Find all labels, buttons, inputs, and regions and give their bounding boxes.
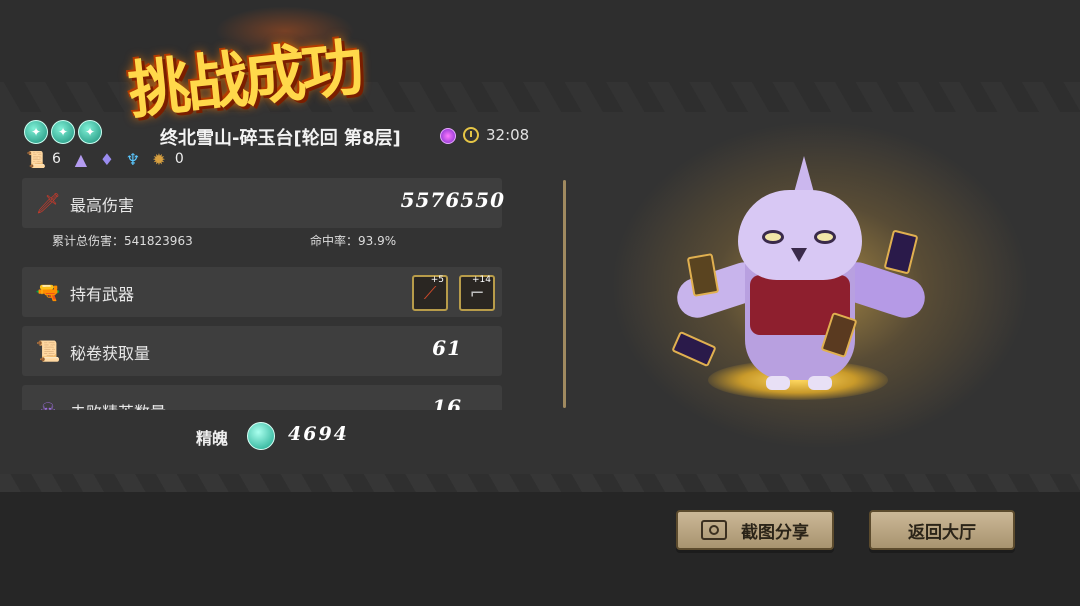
scrolls-label: 秘卷获取量 xyxy=(70,344,151,363)
scroll-icon: 📜 xyxy=(35,339,61,363)
max-damage-row: 🗡 最高伤害 5576550 xyxy=(22,178,505,228)
screenshot-share-button[interactable]: 截图分享 xyxy=(676,510,834,550)
owl-character xyxy=(660,150,940,410)
cycle-icon xyxy=(440,128,456,144)
owl-beak xyxy=(791,248,807,262)
tarot-card xyxy=(671,330,717,368)
owl-eye xyxy=(814,230,836,244)
max-damage-value: 5576550 xyxy=(400,188,505,212)
gun-weapon-icon: ⌐ xyxy=(469,282,485,304)
screenshot-share-label: 截图分享 xyxy=(741,522,809,543)
tarot-card xyxy=(686,253,720,297)
return-lobby-button[interactable]: 返回大厅 xyxy=(869,510,1015,550)
buff-icon[interactable]: ✦ xyxy=(51,120,75,144)
scroll-icon: 📜 xyxy=(26,149,46,169)
fountain-icon: ♆ xyxy=(125,149,141,169)
sword-icon: 🗡 xyxy=(35,191,61,215)
owl-foot xyxy=(766,376,790,390)
clock-icon xyxy=(463,127,479,143)
stats-panel[interactable]: 🗡 最高伤害 5576550 累计总伤害：541823963 命中率：93.9%… xyxy=(22,178,557,410)
return-lobby-label: 返回大厅 xyxy=(908,522,976,543)
owl-foot xyxy=(808,376,832,390)
total-damage: 累计总伤害：541823963 xyxy=(52,234,193,248)
owl-eye xyxy=(762,230,784,244)
weapon-level: +14 xyxy=(472,275,491,285)
buff-icon[interactable]: ✦ xyxy=(78,120,102,144)
potion-icon: ♦ xyxy=(99,149,115,169)
hit-rate: 命中率：93.9% xyxy=(310,234,397,248)
stats-scrollbar[interactable] xyxy=(563,180,566,408)
tarot-card xyxy=(883,229,919,275)
soul-value: 4694 xyxy=(288,423,349,445)
scrolls-value: 61 xyxy=(432,336,462,360)
soul-gem-icon xyxy=(247,422,275,450)
elites-row: ☠ 击败精英数量 16 xyxy=(22,385,502,410)
treasure-icon: ✹ xyxy=(152,149,166,169)
scroll-count: 6 xyxy=(52,151,61,167)
coin-count: 0 xyxy=(174,151,184,167)
scrolls-row: 📜 秘卷获取量 61 xyxy=(22,326,502,376)
buff-list: ✦ ✦ ✦ xyxy=(24,120,102,144)
spear-icon: ⟋ xyxy=(423,282,437,304)
weapon-level: +5 xyxy=(430,275,444,285)
elites-label: 击败精英数量 xyxy=(70,399,166,410)
decor-pattern-bottom xyxy=(0,474,1080,492)
clear-time: 32:08 xyxy=(486,126,530,144)
elites-value: 16 xyxy=(432,395,462,410)
crystal-icon: ▲ xyxy=(74,149,88,169)
elite-icon: ☠ xyxy=(39,398,57,410)
soul-label: 精魄 xyxy=(196,429,229,448)
buff-icon[interactable]: ✦ xyxy=(24,120,48,144)
owl-head xyxy=(738,190,862,280)
weapons-row: 🔫 持有武器 ⟋ +5 ⌐ +14 xyxy=(22,267,502,317)
weapons-label: 持有武器 xyxy=(70,285,135,304)
weapon-slot-gun[interactable]: ⌐ +14 xyxy=(459,275,495,311)
camera-icon xyxy=(701,520,727,540)
resource-row: 📜 6 ▲ ♦ ♆ ✹ 0 xyxy=(26,149,188,169)
stage-name: 终北雪山-碎玉台[轮回 第8层] xyxy=(160,128,401,149)
weapon-slot-spear[interactable]: ⟋ +5 xyxy=(412,275,448,311)
max-damage-label: 最高伤害 xyxy=(70,196,135,215)
gun-icon: 🔫 xyxy=(35,280,61,304)
